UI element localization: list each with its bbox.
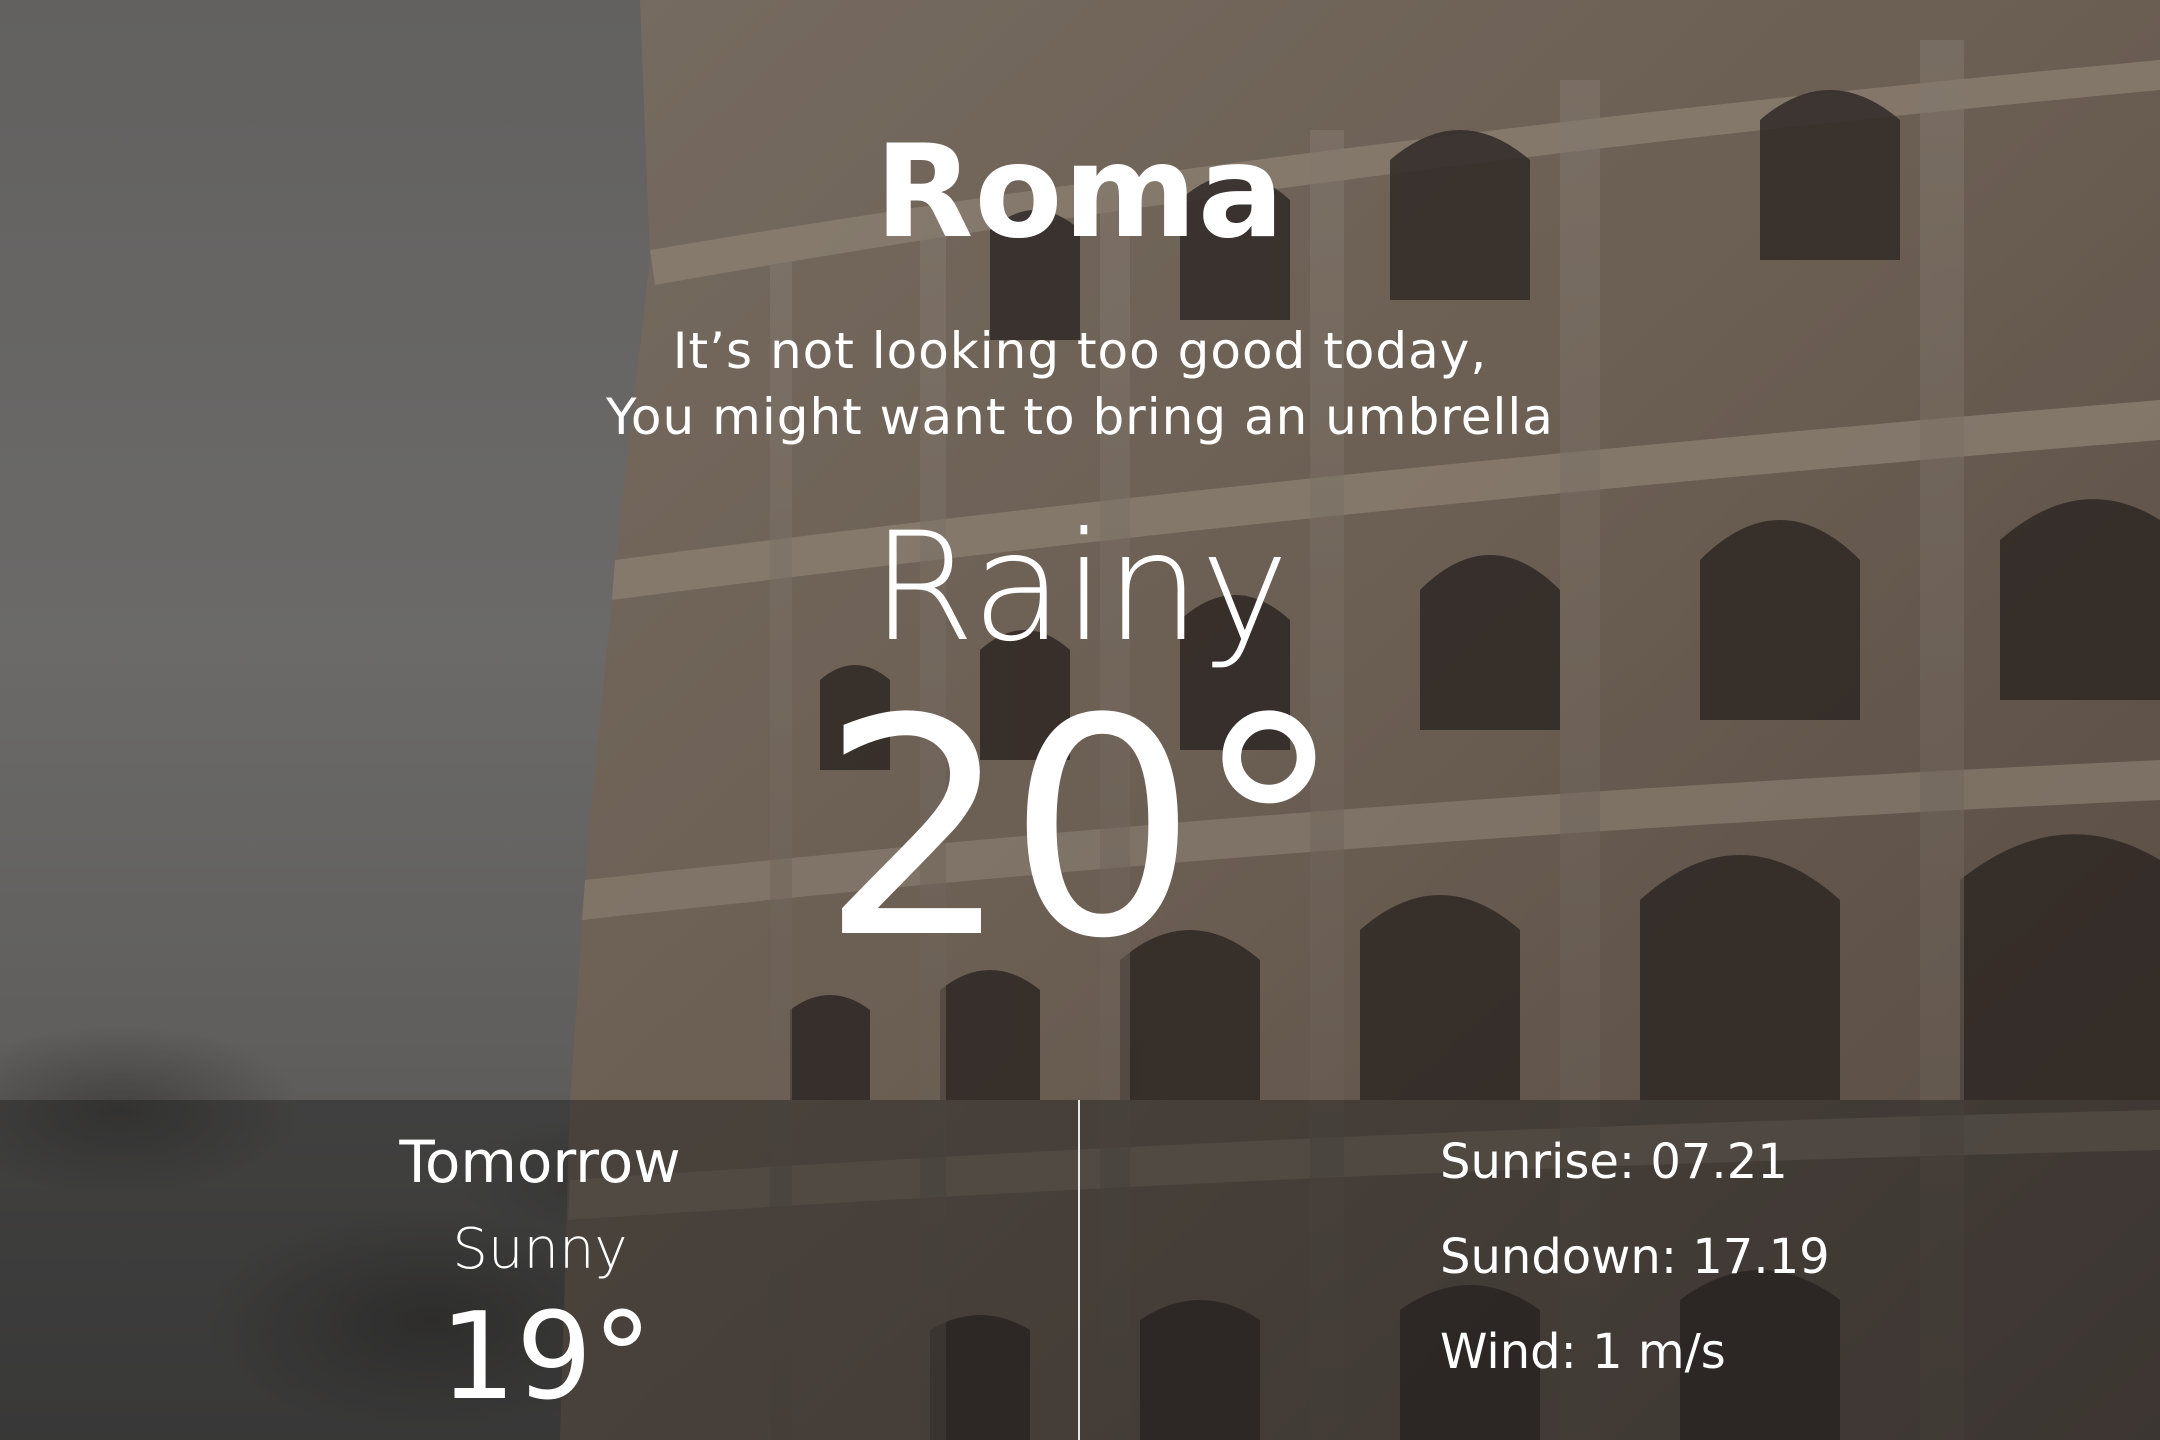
tomorrow-condition: Sunny bbox=[452, 1217, 628, 1282]
city-name: Roma bbox=[874, 118, 1286, 267]
message-line-1: It’s not looking too good today, bbox=[672, 322, 1488, 380]
current-condition: Rainy bbox=[870, 501, 1290, 675]
tomorrow-temperature: 19° bbox=[439, 1288, 653, 1427]
weather-screen: Roma It’s not looking too good today, Yo… bbox=[0, 0, 2160, 1440]
weather-details: Sunrise: 07.21 Sundown: 17.19 Wind: 1 m/… bbox=[1440, 1100, 2140, 1440]
sunrise-time: Sunrise: 07.21 bbox=[1440, 1134, 1788, 1190]
wind-speed: Wind: 1 m/s bbox=[1440, 1324, 1726, 1380]
sundown-time: Sundown: 17.19 bbox=[1440, 1229, 1830, 1285]
message-line-2: You might want to bring an umbrella bbox=[606, 388, 1554, 446]
tomorrow-title: Tomorrow bbox=[399, 1128, 681, 1196]
tomorrow-forecast: Tomorrow Sunny 19° bbox=[0, 1100, 1080, 1440]
current-temperature: 20° bbox=[820, 655, 1344, 1004]
weather-message: It’s not looking too good today, You mig… bbox=[0, 318, 2160, 450]
